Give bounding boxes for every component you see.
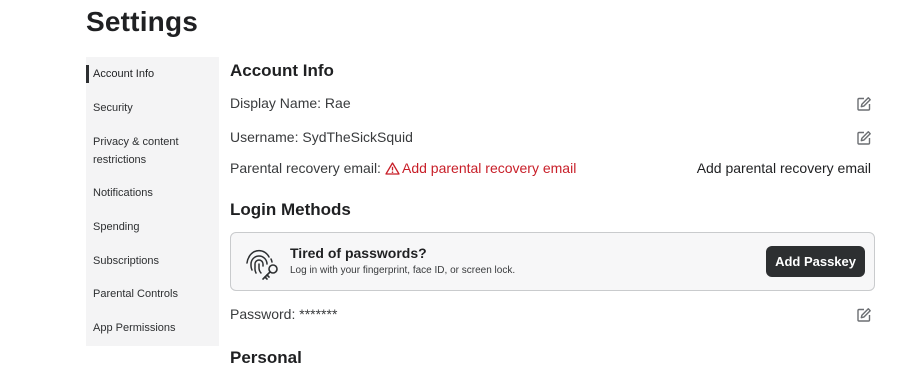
- sidebar-item-label: App Permissions: [93, 322, 176, 334]
- settings-sidebar: Account Info Security Privacy & content …: [86, 57, 219, 346]
- page-title: Settings: [86, 6, 199, 37]
- passkey-subtitle: Log in with your fingerprint, face ID, o…: [290, 265, 516, 276]
- parental-recovery-warning-text: Add parental recovery email: [402, 160, 577, 176]
- account-info-heading: Account Info: [230, 61, 334, 80]
- warning-triangle-icon: [385, 161, 400, 175]
- login-methods-heading: Login Methods: [230, 200, 351, 219]
- sidebar-item-label: Security: [93, 102, 133, 114]
- personal-heading: Personal: [230, 348, 302, 367]
- sidebar-item-label: Subscriptions: [93, 255, 160, 267]
- sidebar-item-app-permissions[interactable]: App Permissions: [86, 319, 219, 337]
- sidebar-item-label: Parental Controls: [93, 288, 178, 300]
- password-text: Password: *******: [230, 306, 338, 322]
- sidebar-item-security[interactable]: Security: [86, 99, 219, 117]
- sidebar-item-account-info[interactable]: Account Info: [86, 65, 222, 83]
- parental-recovery-label: Parental recovery email:: [230, 160, 381, 176]
- passkey-title: Tired of passwords?: [290, 245, 427, 261]
- parental-recovery-warning[interactable]: Add parental recovery email: [385, 160, 576, 176]
- sidebar-item-parental-controls[interactable]: Parental Controls: [86, 285, 219, 303]
- add-parental-recovery-email-link[interactable]: Add parental recovery email: [697, 160, 871, 176]
- username-text: Username: SydTheSickSquid: [230, 129, 413, 145]
- passkey-card: Tired of passwords? Log in with your fin…: [230, 232, 875, 291]
- fingerprint-key-icon: [246, 249, 278, 280]
- display-name-text: Display Name: Rae: [230, 95, 351, 111]
- sidebar-item-label: Spending: [93, 221, 140, 233]
- edit-icon[interactable]: [856, 96, 872, 112]
- sidebar-item-privacy[interactable]: Privacy & content restrictions: [86, 133, 191, 169]
- add-passkey-button[interactable]: Add Passkey: [766, 246, 865, 277]
- sidebar-item-label: Notifications: [93, 187, 153, 199]
- sidebar-item-subscriptions[interactable]: Subscriptions: [86, 252, 219, 270]
- sidebar-item-label: Account Info: [93, 68, 155, 80]
- sidebar-item-spending[interactable]: Spending: [86, 218, 219, 236]
- sidebar-item-notifications[interactable]: Notifications: [86, 184, 219, 202]
- edit-icon[interactable]: [856, 307, 872, 323]
- sidebar-item-label: Privacy & content restrictions: [93, 136, 179, 166]
- edit-icon[interactable]: [856, 130, 872, 146]
